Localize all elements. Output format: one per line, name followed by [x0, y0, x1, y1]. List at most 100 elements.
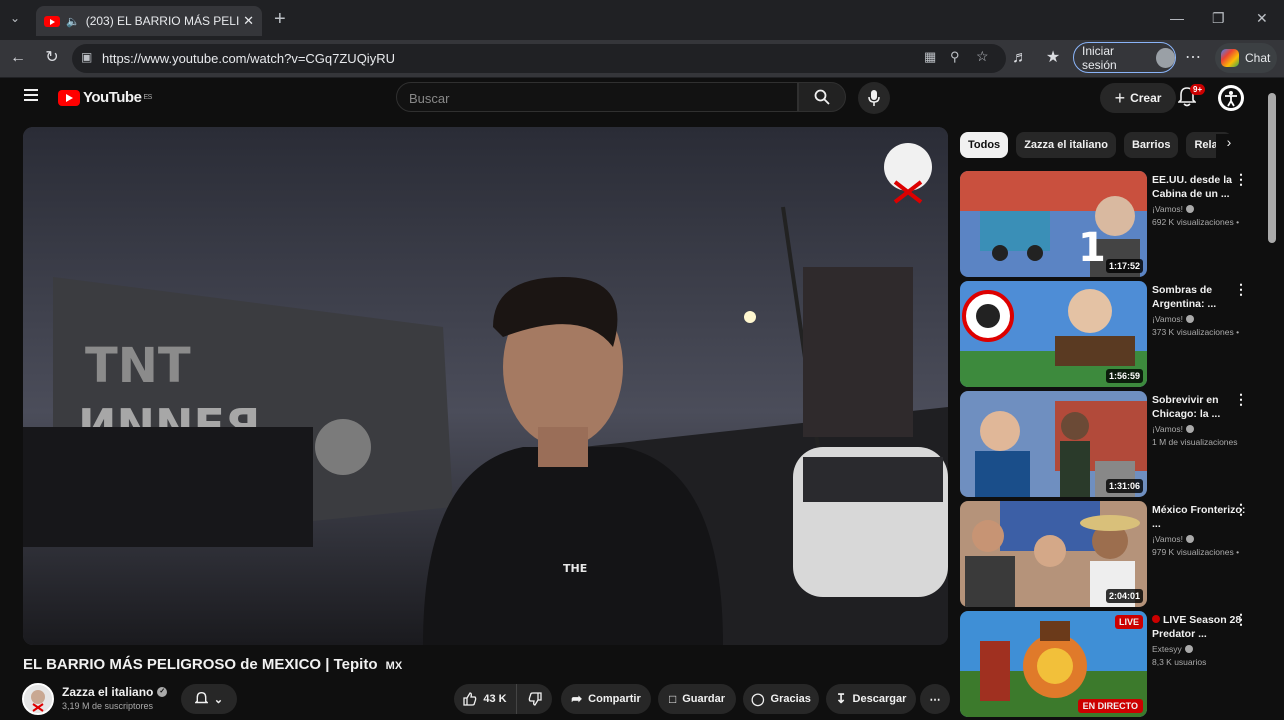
- youtube-logo[interactable]: YouTube ES: [58, 89, 152, 106]
- back-arrow-icon[interactable]: ←: [7, 48, 29, 68]
- more-horizontal-icon: ⋯: [929, 693, 941, 706]
- thanks-label: Gracias: [770, 693, 811, 705]
- youtube-play-icon: [58, 89, 80, 106]
- recommendation-views: 373 K visualizaciones •: [1152, 327, 1240, 337]
- more-actions-button[interactable]: ⋯: [920, 684, 950, 714]
- apps-icon[interactable]: ▦: [924, 49, 936, 65]
- new-tab-button[interactable]: +: [274, 8, 286, 31]
- search-button[interactable]: [798, 82, 846, 112]
- recommendation-channel[interactable]: ¡Vamos!: [1152, 204, 1248, 214]
- thanks-icon: ◯: [751, 692, 765, 706]
- video-thumbnail[interactable]: 1:31:06: [960, 391, 1147, 497]
- save-label: Guardar: [682, 693, 726, 705]
- zoom-icon[interactable]: ⚲: [950, 49, 960, 65]
- favorite-star-icon[interactable]: ☆: [976, 48, 989, 65]
- recommendation-item[interactable]: LIVE EN DIRECTO LIVE Season 28 Predator …: [960, 611, 1260, 717]
- live-dot-icon: [1152, 615, 1160, 623]
- reload-icon[interactable]: ↻: [41, 48, 63, 68]
- profile-avatar-icon: [1155, 47, 1175, 68]
- address-bar[interactable]: ▣ https://www.youtube.com/watch?v=CGq7ZU…: [72, 44, 1006, 73]
- notification-bell-button[interactable]: ⌄: [181, 684, 237, 714]
- close-window-button[interactable]: ✕: [1256, 10, 1268, 27]
- recommendation-channel[interactable]: Extesyy: [1152, 644, 1248, 654]
- browser-tab[interactable]: 🔈 (203) EL BARRIO MÁS PELIGRO ✕: [36, 6, 262, 36]
- chip-all[interactable]: Todos: [960, 132, 1009, 158]
- recommendation-views: 979 K visualizaciones •: [1152, 547, 1240, 557]
- video-duration: 1:17:52: [1105, 259, 1143, 273]
- verified-icon: [1186, 315, 1195, 323]
- dislike-button[interactable]: [516, 684, 552, 714]
- url-text: https://www.youtube.com/watch?v=CGq7ZUQi…: [102, 51, 395, 66]
- accessibility-avatar-icon: [1221, 88, 1241, 108]
- recommendation-item[interactable]: 1:56:59 Sombras de Argentina: ... ¡Vamos…: [960, 281, 1260, 387]
- extensions-icon[interactable]: ♬: [1009, 48, 1031, 68]
- share-label: Compartir: [588, 693, 641, 705]
- recommendation-views: 8,3 K usuarios: [1152, 657, 1207, 667]
- voice-search-button[interactable]: [858, 82, 890, 114]
- search-input[interactable]: Buscar: [396, 82, 798, 112]
- restore-button[interactable]: ❐: [1212, 10, 1225, 27]
- channel-avatar[interactable]: [22, 683, 54, 715]
- favorites-icon[interactable]: ★: [1042, 48, 1064, 68]
- verified-icon: [1186, 535, 1195, 543]
- recommendation-item[interactable]: 2:04:01 México Fronterizo: ... ¡Vamos! 9…: [960, 501, 1260, 607]
- youtube-header: YouTube ES Buscar + Crear 9+: [4, 78, 1280, 118]
- speaker-icon[interactable]: 🔈: [66, 15, 80, 28]
- kebab-menu-icon[interactable]: ⋮: [1234, 501, 1248, 518]
- kebab-menu-icon[interactable]: ⋮: [1234, 171, 1248, 188]
- page-scrollbar[interactable]: [1268, 93, 1276, 243]
- user-avatar[interactable]: [1218, 85, 1244, 111]
- kebab-menu-icon[interactable]: ⋮: [1234, 391, 1248, 408]
- video-thumbnail[interactable]: LIVE EN DIRECTO: [960, 611, 1147, 717]
- video-thumbnail[interactable]: 1:56:59: [960, 281, 1147, 387]
- site-info-icon[interactable]: ▣: [81, 50, 92, 64]
- recommendation-channel[interactable]: ¡Vamos!: [1152, 314, 1248, 324]
- recommendation-channel[interactable]: ¡Vamos!: [1152, 534, 1248, 544]
- video-thumbnail[interactable]: 1 1:17:52: [960, 171, 1147, 277]
- microphone-icon: [868, 90, 880, 106]
- verified-icon: [1186, 425, 1195, 433]
- live-tag: LIVE: [1114, 615, 1143, 629]
- minimize-button[interactable]: —: [1170, 10, 1184, 26]
- svg-text:1: 1: [1078, 225, 1106, 271]
- more-options-icon[interactable]: ⋯: [1182, 48, 1204, 68]
- plus-icon: +: [1114, 87, 1126, 108]
- kebab-menu-icon[interactable]: ⋮: [1234, 611, 1248, 628]
- create-label: Crear: [1130, 91, 1162, 105]
- youtube-page: YouTube ES Buscar + Crear 9+ TNT ИNNEЯ T…: [4, 78, 1280, 720]
- video-duration: 1:56:59: [1105, 369, 1143, 383]
- signin-label: Iniciar sesión: [1082, 43, 1117, 72]
- filter-chips: Todos Zazza el italiano Barrios Relac: [960, 132, 1232, 158]
- browser-tab-bar: ⌄ 🔈 (203) EL BARRIO MÁS PELIGRO ✕ + — ❐ …: [0, 0, 1284, 40]
- video-player[interactable]: TNT ИNNEЯ THE: [23, 127, 948, 645]
- thumbs-up-icon: [463, 692, 477, 706]
- create-button[interactable]: + Crear: [1100, 83, 1176, 113]
- channel-text: ¡Vamos!: [1152, 314, 1184, 324]
- download-button[interactable]: ↧ Descargar: [826, 684, 916, 714]
- thanks-button[interactable]: ◯ Gracias: [743, 684, 819, 714]
- tab-close-icon[interactable]: ✕: [243, 13, 254, 29]
- logo-text: YouTube: [83, 89, 142, 106]
- chip-channel[interactable]: Zazza el italiano: [1016, 132, 1116, 158]
- channel-text: ¡Vamos!: [1152, 424, 1184, 434]
- share-icon: ➦: [571, 691, 583, 706]
- menu-icon[interactable]: [24, 89, 38, 101]
- chip-next-arrow-icon[interactable]: ›: [1216, 134, 1242, 158]
- copilot-chat-button[interactable]: Chat: [1215, 43, 1277, 73]
- recommendation-channel[interactable]: ¡Vamos!: [1152, 424, 1248, 434]
- kebab-menu-icon[interactable]: ⋮: [1234, 281, 1248, 298]
- chip-barrios[interactable]: Barrios: [1123, 132, 1179, 158]
- recommendation-item[interactable]: 1 1:17:52 EE.UU. desde la Cabina de un .…: [960, 171, 1260, 277]
- tab-title: (203) EL BARRIO MÁS PELIGRO: [85, 14, 240, 28]
- share-button[interactable]: ➦ Compartir: [561, 684, 651, 714]
- channel-name[interactable]: Zazza el italiano ✓: [62, 685, 168, 699]
- recommendation-item[interactable]: 1:31:06 Sobrevivir en Chicago: la ... ¡V…: [960, 391, 1260, 497]
- signin-button[interactable]: Iniciar sesión: [1073, 42, 1176, 73]
- download-label: Descargar: [852, 693, 907, 705]
- video-duration: 2:04:01: [1105, 589, 1143, 603]
- like-button[interactable]: 43 K: [454, 684, 516, 714]
- recommendation-title-text: LIVE Season 28 Predator ...: [1152, 614, 1242, 640]
- video-thumbnail[interactable]: 2:04:01: [960, 501, 1147, 607]
- save-button[interactable]: □ Guardar: [658, 684, 736, 714]
- tab-list-dropdown-icon[interactable]: ⌄: [10, 11, 20, 25]
